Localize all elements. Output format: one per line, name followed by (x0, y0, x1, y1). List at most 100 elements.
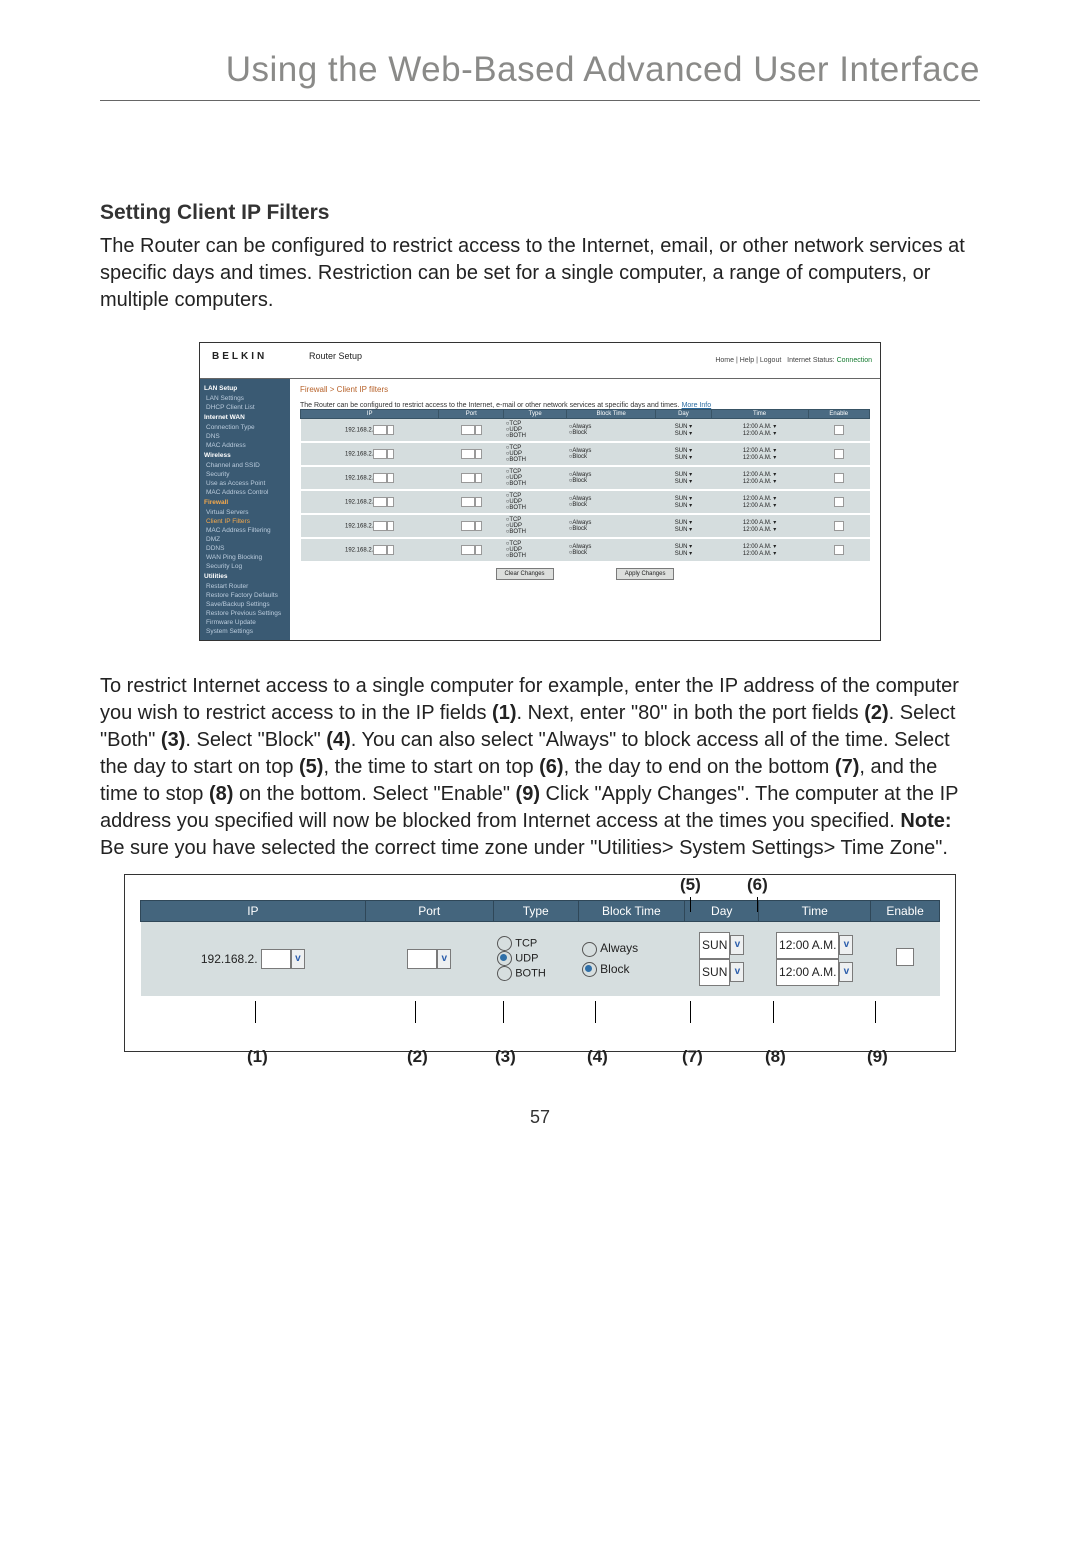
day-select[interactable]: SUN (675, 527, 688, 533)
port-input[interactable] (407, 949, 437, 969)
sidebar-item[interactable]: Security (200, 470, 290, 479)
ip-input[interactable] (373, 425, 387, 435)
time-select[interactable]: 12:00 A.M. (743, 479, 772, 485)
chevron-down-icon[interactable] (387, 449, 394, 459)
day-select-end[interactable]: SUN (699, 959, 730, 986)
chevron-down-icon[interactable] (387, 425, 394, 435)
port-input[interactable] (461, 497, 475, 507)
bt-block[interactable]: Block (572, 430, 587, 436)
radio-udp[interactable] (497, 951, 512, 966)
ip-input[interactable] (261, 949, 291, 969)
day-select[interactable]: SUN (675, 496, 688, 502)
help-link[interactable]: Help (740, 357, 754, 364)
sidebar-item[interactable]: Firmware Update (200, 618, 290, 627)
day-select[interactable]: SUN (675, 431, 688, 437)
port-input[interactable] (461, 473, 475, 483)
sidebar-item[interactable]: DDNS (200, 544, 290, 553)
sidebar-item[interactable]: DHCP Client List (200, 403, 290, 412)
type-both[interactable]: BOTH (509, 553, 526, 559)
day-select[interactable]: SUN (675, 520, 688, 526)
time-select[interactable]: 12:00 A.M. (743, 472, 772, 478)
time-select-start[interactable]: 12:00 A.M. (776, 932, 839, 959)
sidebar-item[interactable]: Restore Factory Defaults (200, 591, 290, 600)
time-select-end[interactable]: 12:00 A.M. (776, 959, 839, 986)
day-select[interactable]: SUN (675, 503, 688, 509)
sidebar-item[interactable]: Restore Previous Settings (200, 609, 290, 618)
chevron-down-icon[interactable]: v (291, 949, 305, 969)
time-select[interactable]: 12:00 A.M. (743, 527, 772, 533)
more-info-link[interactable]: More Info (682, 402, 712, 409)
chevron-down-icon[interactable]: v (730, 962, 744, 982)
time-select[interactable]: 12:00 A.M. (743, 448, 772, 454)
day-select[interactable]: SUN (675, 472, 688, 478)
sidebar-item[interactable]: Security Log (200, 562, 290, 571)
sidebar-item[interactable]: Restart Router (200, 582, 290, 591)
sidebar-item[interactable]: LAN Settings (200, 394, 290, 403)
day-select[interactable]: SUN (675, 551, 688, 557)
sidebar-item[interactable]: DNS (200, 432, 290, 441)
time-select[interactable]: 12:00 A.M. (743, 551, 772, 557)
enable-checkbox[interactable] (896, 948, 914, 966)
time-select[interactable]: 12:00 A.M. (743, 520, 772, 526)
sidebar-item[interactable]: MAC Address (200, 441, 290, 450)
sidebar-item[interactable]: MAC Address Filtering (200, 526, 290, 535)
type-both[interactable]: BOTH (509, 457, 526, 463)
ip-input[interactable] (373, 545, 387, 555)
port-input[interactable] (461, 449, 475, 459)
chevron-down-icon[interactable] (387, 497, 394, 507)
time-select[interactable]: 12:00 A.M. (743, 503, 772, 509)
bt-block[interactable]: Block (572, 454, 587, 460)
time-select[interactable]: 12:00 A.M. (743, 544, 772, 550)
logout-link[interactable]: Logout (760, 357, 781, 364)
time-select[interactable]: 12:00 A.M. (743, 431, 772, 437)
bt-block[interactable]: Block (572, 478, 587, 484)
port-input[interactable] (461, 545, 475, 555)
time-select[interactable]: 12:00 A.M. (743, 424, 772, 430)
radio-both[interactable] (497, 966, 512, 981)
day-select[interactable]: SUN (675, 455, 688, 461)
chevron-down-icon[interactable]: v (839, 962, 853, 982)
enable-checkbox[interactable] (834, 473, 844, 483)
day-select[interactable]: SUN (675, 448, 688, 454)
ip-input[interactable] (373, 497, 387, 507)
port-input[interactable] (461, 425, 475, 435)
sidebar-item[interactable]: Channel and SSID (200, 461, 290, 470)
chevron-down-icon[interactable]: v (839, 935, 853, 955)
sidebar-item[interactable]: System Settings (200, 627, 290, 636)
chevron-down-icon[interactable] (387, 545, 394, 555)
sidebar-item[interactable]: Internet WAN (200, 412, 290, 423)
apply-changes-button[interactable]: Apply Changes (616, 568, 675, 580)
ip-input[interactable] (373, 449, 387, 459)
bt-block[interactable]: Block (572, 550, 587, 556)
day-select[interactable]: SUN (675, 544, 688, 550)
chevron-down-icon[interactable] (475, 473, 482, 483)
chevron-down-icon[interactable] (475, 425, 482, 435)
sidebar-item[interactable]: Save/Backup Settings (200, 600, 290, 609)
home-link[interactable]: Home (715, 357, 734, 364)
sidebar-item[interactable]: MAC Address Control (200, 488, 290, 497)
port-input[interactable] (461, 521, 475, 531)
chevron-down-icon[interactable] (475, 449, 482, 459)
chevron-down-icon[interactable] (475, 545, 482, 555)
enable-checkbox[interactable] (834, 425, 844, 435)
enable-checkbox[interactable] (834, 497, 844, 507)
sidebar-item-active[interactable]: Client IP Filters (200, 517, 290, 526)
time-select[interactable]: 12:00 A.M. (743, 455, 772, 461)
radio-block[interactable] (582, 962, 597, 977)
chevron-down-icon[interactable] (475, 497, 482, 507)
bt-block[interactable]: Block (572, 526, 587, 532)
day-select-start[interactable]: SUN (699, 932, 730, 959)
type-both[interactable]: BOTH (509, 481, 526, 487)
enable-checkbox[interactable] (834, 545, 844, 555)
enable-checkbox[interactable] (834, 521, 844, 531)
clear-changes-button[interactable]: Clear Changes (496, 568, 554, 580)
radio-tcp[interactable] (497, 936, 512, 951)
chevron-down-icon[interactable] (387, 521, 394, 531)
chevron-down-icon[interactable] (475, 521, 482, 531)
enable-checkbox[interactable] (834, 449, 844, 459)
ip-input[interactable] (373, 521, 387, 531)
sidebar-item[interactable]: Use as Access Point (200, 479, 290, 488)
sidebar-item[interactable]: Connection Type (200, 423, 290, 432)
type-both[interactable]: BOTH (509, 433, 526, 439)
radio-always[interactable] (582, 942, 597, 957)
